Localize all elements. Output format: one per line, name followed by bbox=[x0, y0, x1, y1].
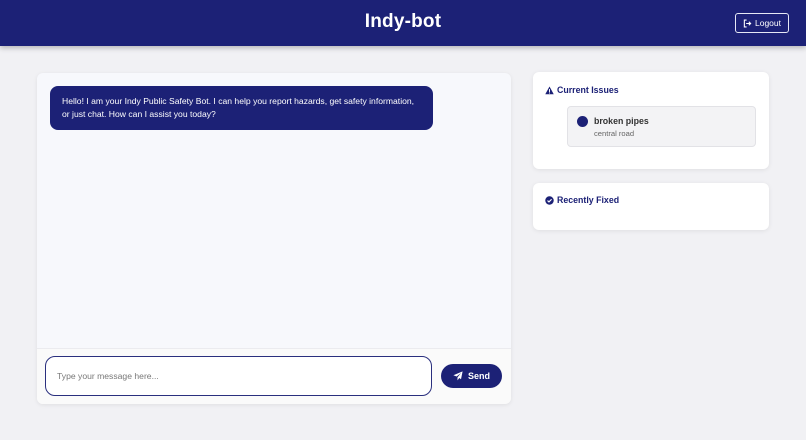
bot-message-bubble: Hello! I am your Indy Public Safety Bot.… bbox=[50, 86, 433, 130]
current-issues-card: Current Issues broken pipes central road bbox=[533, 72, 769, 169]
logout-label: Logout bbox=[755, 18, 781, 28]
recently-fixed-title: Recently Fixed bbox=[557, 195, 620, 205]
recently-fixed-card: Recently Fixed bbox=[533, 183, 769, 230]
app-header: Indy-bot Logout bbox=[0, 0, 806, 46]
logout-button[interactable]: Logout bbox=[735, 13, 789, 33]
recently-fixed-header: Recently Fixed bbox=[545, 195, 619, 205]
check-circle-icon bbox=[545, 195, 554, 205]
send-label: Send bbox=[467, 371, 490, 381]
warning-triangle-icon bbox=[545, 86, 554, 94]
current-issues-title: Current Issues bbox=[557, 85, 619, 95]
sign-out-icon bbox=[743, 19, 752, 27]
paper-plane-icon bbox=[453, 371, 463, 381]
issue-title: broken pipes bbox=[594, 116, 649, 126]
issue-status-dot bbox=[577, 116, 588, 127]
message-input[interactable] bbox=[45, 356, 432, 396]
issue-location: central road bbox=[594, 129, 635, 138]
app-title: Indy-bot bbox=[364, 11, 442, 32]
issue-list-item[interactable]: broken pipes central road bbox=[567, 106, 756, 147]
send-button[interactable]: Send bbox=[441, 364, 502, 388]
current-issues-header: Current Issues bbox=[545, 85, 619, 95]
message-input-area: Send bbox=[37, 348, 511, 404]
chat-panel: Hello! I am your Indy Public Safety Bot.… bbox=[37, 73, 511, 404]
